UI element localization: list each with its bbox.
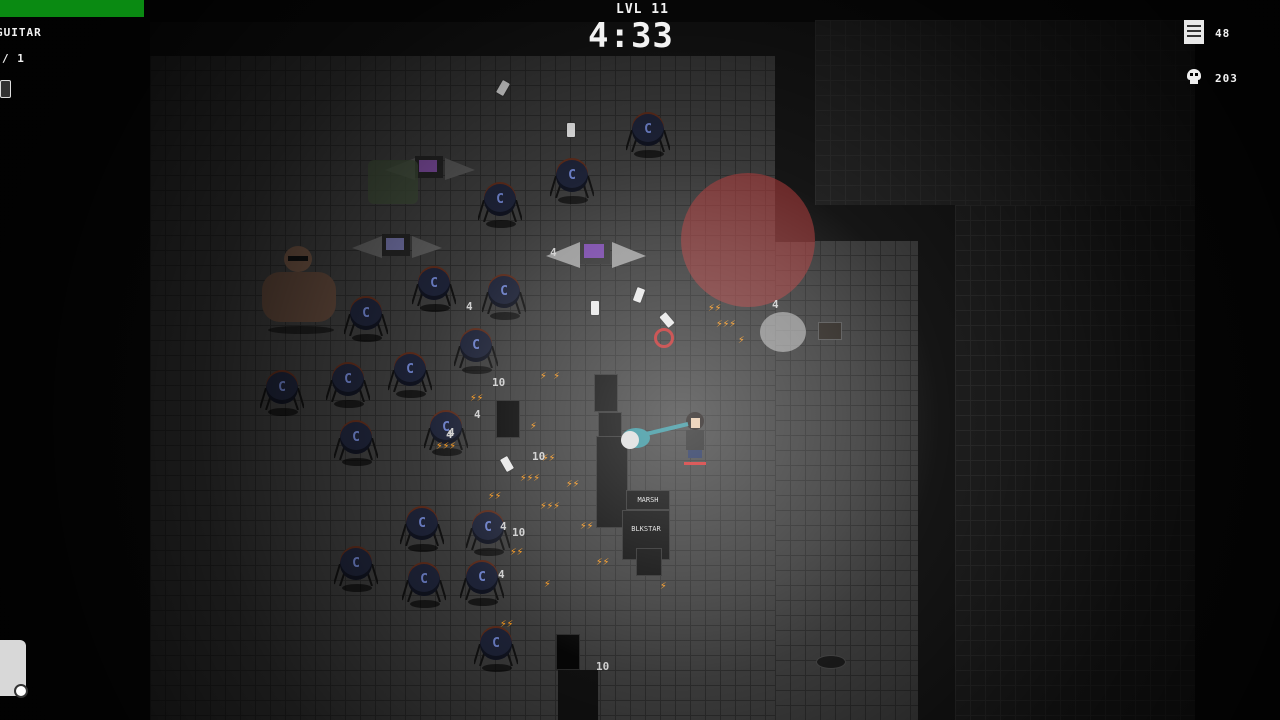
lightning-effect: ⚡⚡: [488, 489, 502, 502]
weapon-count: / 1: [2, 52, 25, 65]
lightning-effect: ⚡⚡: [580, 519, 594, 532]
lightning-effect: ⚡⚡: [596, 555, 610, 568]
damage-number: 4: [500, 520, 507, 533]
zombie-enemy: [368, 160, 418, 204]
game-viewport[interactable]: C C C C C C C C C C C C C C C C C C MARS…: [0, 0, 1280, 720]
floor-right: [955, 205, 1195, 720]
timer: 4:33: [588, 16, 674, 56]
brute-enemy: [258, 246, 340, 336]
phone-pickup: [566, 122, 576, 138]
lightning-effect: ⚡⚡⚡: [716, 317, 736, 330]
lightning-effect: ⚡ ⚡: [540, 369, 560, 382]
spider-enemy: C: [412, 268, 456, 312]
spider-enemy: C: [482, 276, 526, 320]
spider-enemy: C: [474, 628, 518, 672]
ring-pickup: [654, 328, 674, 348]
lightning-effect: ⚡⚡: [500, 617, 514, 630]
damage-number: 4: [474, 408, 481, 421]
spider-enemy: C: [550, 160, 594, 204]
spider-enemy: C: [478, 184, 522, 228]
spider-enemy: C: [626, 114, 670, 158]
crate-object: [818, 322, 842, 340]
wall-east: [918, 205, 955, 720]
lightning-effect: ⚡⚡: [470, 391, 484, 404]
amp-stack: [496, 400, 520, 438]
amp-label: BLKSTAR: [631, 525, 661, 533]
danger-zone-circle: [681, 173, 815, 307]
floor-vent: [816, 655, 846, 669]
spider-enemy: C: [388, 354, 432, 398]
weapon-slot-icon[interactable]: [0, 80, 11, 98]
phone-pickup: [590, 300, 600, 316]
spider-enemy: C: [466, 512, 510, 556]
lightning-effect: ⚡⚡⚡: [436, 439, 456, 452]
wall-top: [150, 22, 810, 56]
level-label: LVL 11: [616, 2, 669, 17]
amp-small: [556, 634, 580, 670]
damage-number: 4: [448, 426, 455, 439]
ghost-enemy: [760, 312, 806, 352]
lightning-effect: ⚡⚡: [510, 545, 524, 558]
spider-enemy: C: [334, 548, 378, 592]
floor-corridor: [815, 20, 1195, 205]
damage-number: 4: [772, 298, 779, 311]
damage-number: 10: [596, 660, 610, 673]
lightning-effect: ⚡: [544, 577, 551, 590]
guitar-weapon: [621, 422, 689, 449]
winged-tv-enemy: [546, 236, 646, 280]
lightning-effect: ⚡⚡: [566, 477, 580, 490]
skull-icon: [1187, 69, 1201, 85]
spider-enemy: C: [260, 372, 304, 416]
damage-number: 10: [512, 526, 526, 539]
damage-number: 10: [532, 450, 546, 463]
damage-number: 10: [492, 376, 506, 389]
health-bar: [0, 0, 144, 17]
amp-label: MARSH: [637, 496, 659, 504]
amp-cab: [636, 548, 662, 576]
spider-enemy: C: [334, 422, 378, 466]
lightning-effect: ⚡: [530, 419, 537, 432]
player-health-bar: [684, 462, 706, 465]
lightning-effect: ⚡⚡: [708, 301, 722, 314]
spider-enemy: C: [400, 508, 444, 552]
lightning-effect: ⚡⚡⚡: [540, 499, 560, 512]
winged-tv-enemy: [352, 228, 442, 272]
damage-number: 4: [466, 300, 473, 313]
lightning-effect: ⚡: [738, 333, 745, 346]
kill-count: 203: [1215, 72, 1238, 85]
spider-enemy: C: [326, 364, 370, 408]
ability-slot-icon[interactable]: [0, 640, 28, 698]
lightning-effect: ⚡⚡⚡: [520, 471, 540, 484]
spider-enemy: C: [454, 330, 498, 374]
scroll-count: 48: [1215, 27, 1231, 40]
wall-bottom-door: [558, 670, 598, 720]
lightning-effect: ⚡: [660, 579, 667, 592]
spider-enemy: C: [402, 564, 446, 608]
weapon-label: GUITAR: [0, 26, 42, 39]
damage-number: 4: [550, 246, 557, 259]
floor-east: [775, 240, 920, 720]
spider-enemy: C: [344, 298, 388, 342]
damage-number: 4: [498, 568, 505, 581]
amp-stack: [594, 374, 618, 412]
amp-marsh-head: MARSH: [626, 490, 670, 510]
scroll-icon: [1184, 20, 1204, 44]
